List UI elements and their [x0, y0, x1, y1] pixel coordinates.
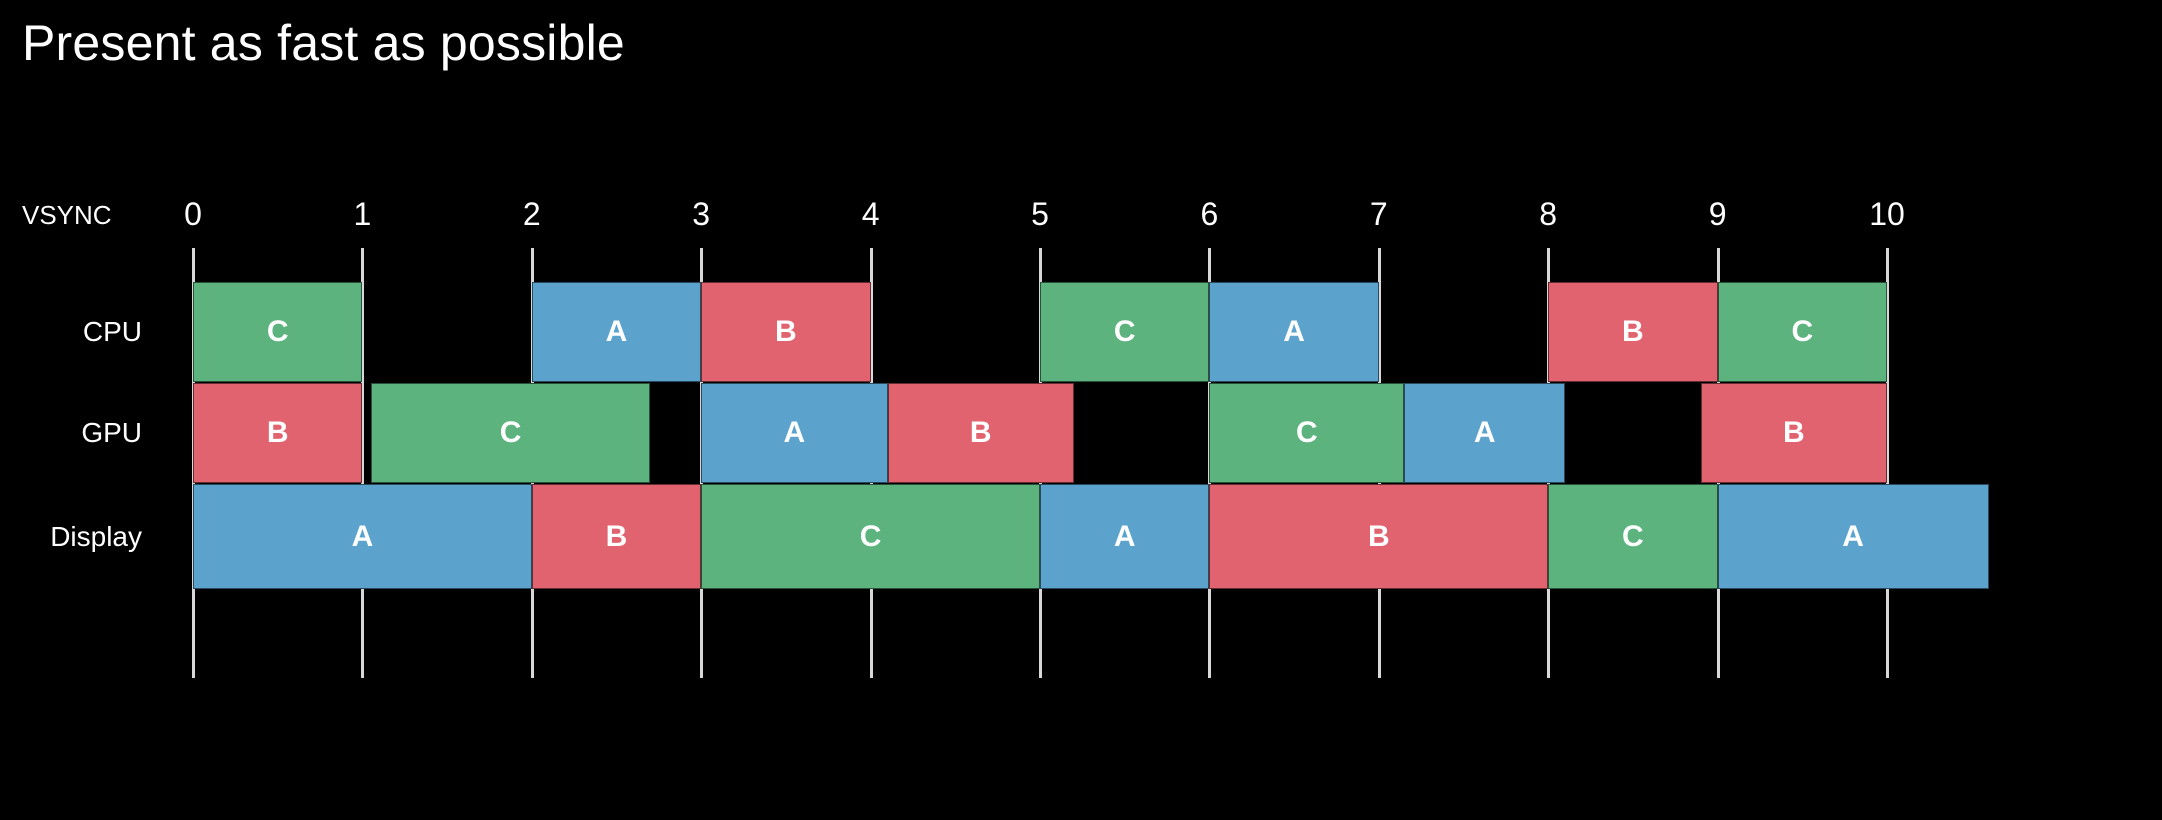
bar-gpu-5-frame-a: A	[1404, 383, 1566, 483]
vsync-tick-label-7: 7	[1369, 196, 1388, 232]
vsync-tick-label-6: 6	[1200, 196, 1219, 232]
vsync-tick-label-3: 3	[692, 196, 711, 232]
bar-gpu-4-frame-c: C	[1209, 383, 1405, 483]
bar-display-3-frame-a: A	[1040, 484, 1210, 589]
vsync-tick-label-0: 0	[184, 196, 202, 232]
vsync-tick-label-2: 2	[522, 196, 541, 232]
bar-display-6-frame-a: A	[1717, 484, 1989, 589]
bar-gpu-1-frame-c: C	[370, 383, 651, 483]
bar-display-0-frame-a: A	[193, 484, 532, 589]
bar-display-4-frame-b: B	[1209, 484, 1549, 589]
vsync-tick-label-4: 4	[861, 196, 880, 232]
slide-canvas: Present as fast as possible VSYNC 0 1 2 3 4 5…	[0, 0, 2162, 820]
vsync-tick-label-9: 9	[1708, 196, 1727, 232]
bar-display-1-frame-b: B	[531, 484, 702, 589]
bar-gpu-2-frame-a: A	[701, 383, 888, 483]
lane-gpu: BCABCAB	[0, 383, 2162, 483]
vsync-tick-label-1: 1	[353, 196, 372, 232]
bar-cpu-4-frame-a: A	[1209, 282, 1379, 382]
bar-cpu-6-frame-c: C	[1717, 282, 1887, 382]
bar-cpu-1-frame-a: A	[531, 282, 702, 382]
bar-cpu-2-frame-b: B	[701, 282, 871, 382]
bar-display-5-frame-c: C	[1548, 484, 1718, 589]
bar-cpu-3-frame-c: C	[1040, 282, 1210, 382]
vsync-tick-label-5: 5	[1031, 196, 1049, 232]
bar-gpu-3-frame-b: B	[887, 383, 1074, 483]
bar-gpu-0-frame-b: B	[193, 383, 363, 483]
bar-display-2-frame-c: C	[701, 484, 1040, 589]
vsync-tick-label-10: 10	[1869, 196, 1905, 232]
vsync-tick-label-8: 8	[1539, 196, 1558, 232]
bar-gpu-6-frame-b: B	[1700, 383, 1887, 483]
vsync-axis-caption: VSYNC	[22, 200, 112, 230]
bar-cpu-0-frame-c: C	[193, 282, 363, 382]
page-title: Present as fast as possible	[22, 15, 625, 71]
bar-cpu-5-frame-b: B	[1548, 282, 1718, 382]
vsync-timing-diagram: VSYNC 0 1 2 3 4 5 6 7 8 9 10 CPU GPU Display CABCABC…	[0, 170, 2162, 750]
lane-display: ABCABCA	[0, 484, 2162, 589]
lane-cpu: CABCABC	[0, 282, 2162, 382]
